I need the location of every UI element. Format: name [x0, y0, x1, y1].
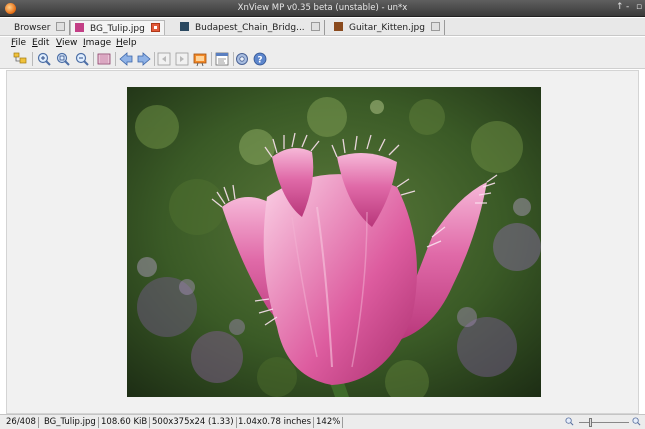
image-thumbnail-icon: [75, 23, 84, 32]
toolbar: ?: [0, 49, 645, 69]
tab-label: Guitar_Kitten.jpg: [349, 23, 425, 33]
last-page-icon[interactable]: [174, 51, 190, 67]
zoom-in-small-icon[interactable]: [632, 417, 641, 426]
toolbar-separator: [115, 52, 116, 66]
minimize-icon[interactable]: ‐: [626, 2, 629, 12]
close-tab-icon[interactable]: [56, 22, 66, 31]
close-tab-icon[interactable]: [430, 22, 440, 31]
tab-label: Budapest_Chain_Bridg...: [195, 23, 305, 33]
tab-bar: Browser BG_Tulip.jpg Budapest_Chain_Brid…: [0, 18, 645, 36]
zoom-slider[interactable]: [565, 417, 641, 428]
image-thumbnail-icon: [334, 22, 343, 31]
fullscreen-icon[interactable]: [96, 51, 112, 67]
zoom-slider-handle[interactable]: [589, 418, 592, 427]
previous-icon[interactable]: [118, 51, 134, 67]
tab-browser[interactable]: Browser: [10, 20, 71, 35]
maximize-icon[interactable]: ▫: [636, 2, 642, 12]
zoom-slider-track[interactable]: [579, 422, 629, 423]
zoom-out-icon[interactable]: [74, 51, 90, 67]
help-icon[interactable]: ?: [252, 51, 268, 67]
window-title: XnView MP v0.35 beta (unstable) - un*x: [237, 3, 408, 13]
zoom-out-small-icon[interactable]: [565, 417, 574, 426]
menu-file[interactable]: File: [11, 38, 26, 48]
tab-label: BG_Tulip.jpg: [90, 24, 145, 34]
status-bar: 26/408 BG_Tulip.jpg 108.60 KiB 500x375x2…: [0, 414, 645, 429]
status-filesize: 108.60 KiB: [99, 417, 151, 428]
image-display[interactable]: [127, 87, 541, 397]
first-page-icon[interactable]: [156, 51, 172, 67]
browser-icon[interactable]: [12, 51, 28, 67]
status-image-index: 26/408: [4, 417, 39, 428]
status-zoom: 142%: [314, 417, 344, 428]
close-tab-icon[interactable]: [150, 23, 160, 32]
slideshow-icon[interactable]: [192, 51, 208, 67]
toolbar-separator: [93, 52, 94, 66]
toolbar-separator: [32, 52, 33, 66]
next-icon[interactable]: [136, 51, 152, 67]
tab-label: Browser: [14, 23, 51, 33]
zoom-fit-icon[interactable]: [55, 51, 71, 67]
menu-bar: File Edit View Image Help: [0, 37, 645, 49]
pin-icon[interactable]: ↑: [616, 2, 624, 12]
properties-icon[interactable]: [214, 51, 230, 67]
status-dimensions: 500x375x24 (1.33): [150, 417, 237, 428]
image-viewer[interactable]: [6, 70, 639, 414]
menu-edit[interactable]: Edit: [32, 38, 49, 48]
title-bar: XnView MP v0.35 beta (unstable) - un*x ↑…: [0, 0, 645, 17]
close-tab-icon[interactable]: [310, 22, 320, 31]
image-thumbnail-icon: [180, 22, 189, 31]
status-print-size: 1.04x0.78 inches: [236, 417, 315, 428]
tab-guitar-kitten[interactable]: Guitar_Kitten.jpg: [330, 20, 445, 35]
svg-text:?: ?: [257, 56, 262, 66]
settings-icon[interactable]: [234, 51, 250, 67]
tab-bg-tulip[interactable]: BG_Tulip.jpg: [70, 20, 165, 35]
menu-view[interactable]: View: [56, 38, 77, 48]
menu-image[interactable]: Image: [83, 38, 111, 48]
tulip-photo: [127, 87, 541, 397]
zoom-in-icon[interactable]: [36, 51, 52, 67]
status-filename: BG_Tulip.jpg: [42, 417, 99, 428]
tab-budapest-chain-bridge[interactable]: Budapest_Chain_Bridg...: [176, 20, 325, 35]
toolbar-separator: [154, 52, 155, 66]
toolbar-separator: [211, 52, 212, 66]
menu-help[interactable]: Help: [116, 38, 137, 48]
